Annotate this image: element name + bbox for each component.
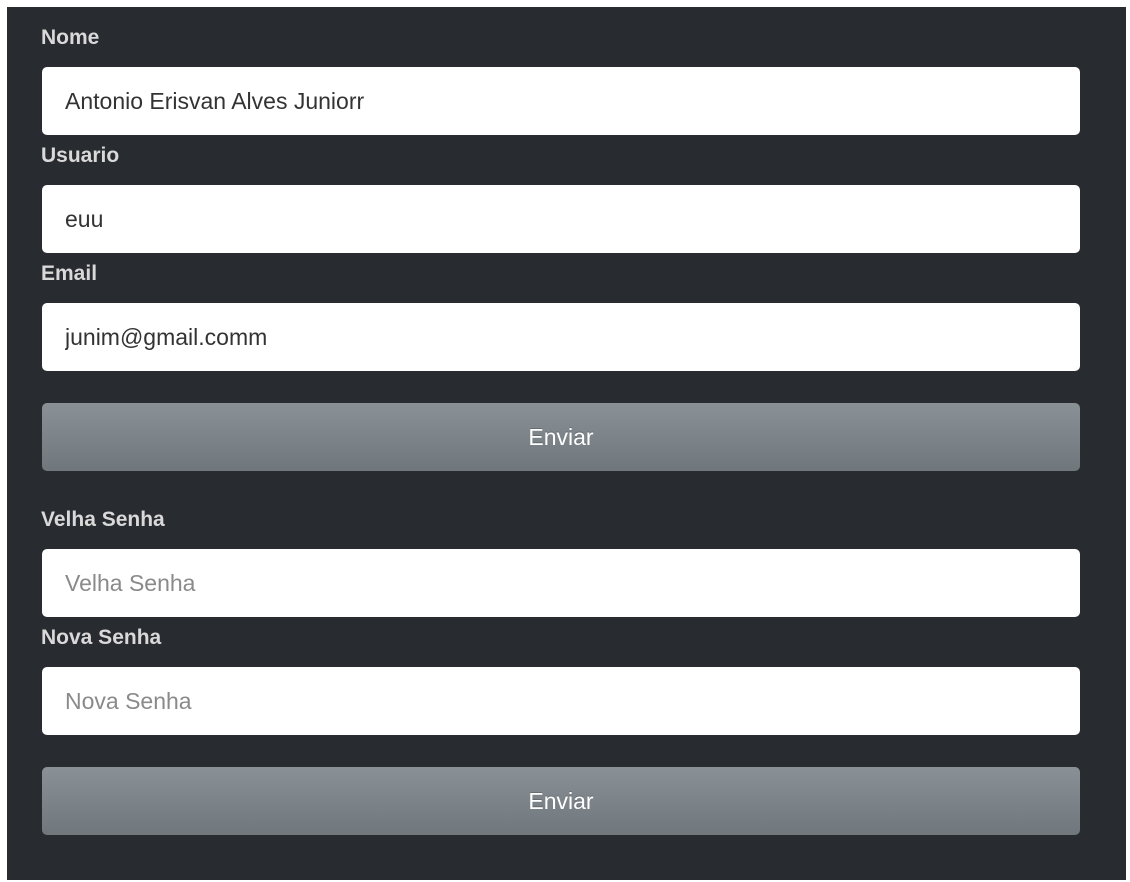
email-label: Email: [41, 262, 98, 285]
settings-panel: Nome Usuario Email Enviar Velha Senha No…: [7, 7, 1126, 880]
profile-submit-button[interactable]: Enviar: [42, 403, 1080, 471]
user-input[interactable]: [42, 185, 1080, 253]
old-password-input[interactable]: [42, 549, 1080, 617]
email-input[interactable]: [42, 303, 1080, 371]
old-password-label: Velha Senha: [41, 508, 165, 531]
password-submit-button[interactable]: Enviar: [42, 767, 1080, 835]
name-input[interactable]: [42, 67, 1080, 135]
user-label: Usuario: [41, 144, 120, 167]
new-password-label: Nova Senha: [41, 626, 162, 649]
name-label: Nome: [41, 26, 100, 49]
new-password-input[interactable]: [42, 667, 1080, 735]
